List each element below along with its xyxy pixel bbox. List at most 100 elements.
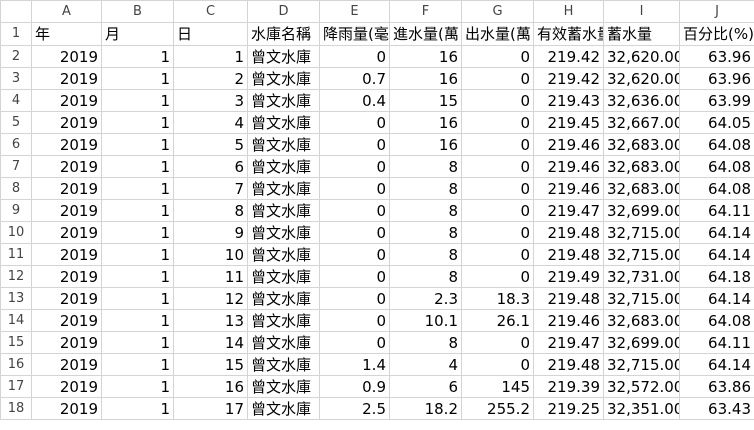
cell-f6[interactable]: 16 (389, 133, 462, 156)
cell-a8[interactable]: 2019 (31, 177, 102, 200)
cell-i3[interactable]: 32,620.00 (603, 67, 680, 90)
cell-g10[interactable]: 0 (461, 221, 534, 244)
cell-c16[interactable]: 15 (173, 353, 248, 376)
cell-d12[interactable]: 曾文水庫 (247, 265, 320, 288)
cell-f1[interactable]: 進水量(萬 (389, 22, 462, 46)
cell-i2[interactable]: 32,620.00 (603, 45, 680, 68)
cell-j4[interactable]: 63.99 (679, 89, 754, 112)
cell-i1[interactable]: 蓄水量 (603, 22, 680, 46)
cell-j5[interactable]: 64.05 (679, 111, 754, 134)
cell-c14[interactable]: 13 (173, 309, 248, 332)
row-header[interactable]: 4 (0, 89, 32, 112)
cell-i18[interactable]: 32,351.00 (603, 397, 680, 420)
cell-d16[interactable]: 曾文水庫 (247, 353, 320, 376)
cell-a4[interactable]: 2019 (31, 89, 102, 112)
column-header-i[interactable]: I (603, 0, 680, 23)
cell-i16[interactable]: 32,715.00 (603, 353, 680, 376)
row-header-1[interactable]: 1 (0, 22, 32, 46)
cell-a2[interactable]: 2019 (31, 45, 102, 68)
cell-d6[interactable]: 曾文水庫 (247, 133, 320, 156)
cell-c15[interactable]: 14 (173, 331, 248, 354)
cell-e9[interactable]: 0 (319, 199, 390, 222)
cell-d18[interactable]: 曾文水庫 (247, 397, 320, 420)
cell-h9[interactable]: 219.47 (533, 199, 604, 222)
cell-g1[interactable]: 出水量(萬 (461, 22, 534, 46)
row-header[interactable]: 14 (0, 309, 32, 332)
row-header[interactable]: 8 (0, 177, 32, 200)
cell-b14[interactable]: 1 (101, 309, 174, 332)
cell-h15[interactable]: 219.47 (533, 331, 604, 354)
cell-j13[interactable]: 64.14 (679, 287, 754, 310)
cell-f8[interactable]: 8 (389, 177, 462, 200)
cell-c4[interactable]: 3 (173, 89, 248, 112)
cell-j2[interactable]: 63.96 (679, 45, 754, 68)
cell-c3[interactable]: 2 (173, 67, 248, 90)
cell-j17[interactable]: 63.86 (679, 375, 754, 398)
row-header[interactable]: 16 (0, 353, 32, 376)
cell-f18[interactable]: 18.2 (389, 397, 462, 420)
cell-e3[interactable]: 0.7 (319, 67, 390, 90)
cell-j16[interactable]: 64.14 (679, 353, 754, 376)
cell-j14[interactable]: 64.08 (679, 309, 754, 332)
cell-j7[interactable]: 64.08 (679, 155, 754, 178)
row-header[interactable]: 6 (0, 133, 32, 156)
column-header-e[interactable]: E (319, 0, 390, 23)
cell-e2[interactable]: 0 (319, 45, 390, 68)
cell-c17[interactable]: 16 (173, 375, 248, 398)
cell-i9[interactable]: 32,699.00 (603, 199, 680, 222)
cell-a15[interactable]: 2019 (31, 331, 102, 354)
cell-d9[interactable]: 曾文水庫 (247, 199, 320, 222)
cell-g5[interactable]: 0 (461, 111, 534, 134)
cell-h10[interactable]: 219.48 (533, 221, 604, 244)
cell-g6[interactable]: 0 (461, 133, 534, 156)
cell-c10[interactable]: 9 (173, 221, 248, 244)
cell-f14[interactable]: 10.1 (389, 309, 462, 332)
cell-f12[interactable]: 8 (389, 265, 462, 288)
cell-i15[interactable]: 32,699.00 (603, 331, 680, 354)
cell-a12[interactable]: 2019 (31, 265, 102, 288)
cell-g17[interactable]: 145 (461, 375, 534, 398)
column-header-f[interactable]: F (389, 0, 462, 23)
cell-j11[interactable]: 64.14 (679, 243, 754, 266)
cell-c7[interactable]: 6 (173, 155, 248, 178)
cell-d4[interactable]: 曾文水庫 (247, 89, 320, 112)
cell-e7[interactable]: 0 (319, 155, 390, 178)
cell-f9[interactable]: 8 (389, 199, 462, 222)
cell-a7[interactable]: 2019 (31, 155, 102, 178)
cell-i6[interactable]: 32,683.00 (603, 133, 680, 156)
cell-i14[interactable]: 32,683.00 (603, 309, 680, 332)
cell-i8[interactable]: 32,683.00 (603, 177, 680, 200)
cell-a17[interactable]: 2019 (31, 375, 102, 398)
row-header[interactable]: 3 (0, 67, 32, 90)
cell-c18[interactable]: 17 (173, 397, 248, 420)
row-header[interactable]: 7 (0, 155, 32, 178)
cell-j3[interactable]: 63.96 (679, 67, 754, 90)
cell-e12[interactable]: 0 (319, 265, 390, 288)
column-header-g[interactable]: G (461, 0, 534, 23)
cell-j18[interactable]: 63.43 (679, 397, 754, 420)
row-header[interactable]: 5 (0, 111, 32, 134)
cell-c6[interactable]: 5 (173, 133, 248, 156)
cell-c12[interactable]: 11 (173, 265, 248, 288)
cell-h13[interactable]: 219.48 (533, 287, 604, 310)
cell-h2[interactable]: 219.42 (533, 45, 604, 68)
cell-h16[interactable]: 219.48 (533, 353, 604, 376)
cell-e11[interactable]: 0 (319, 243, 390, 266)
cell-e17[interactable]: 0.9 (319, 375, 390, 398)
cell-h11[interactable]: 219.48 (533, 243, 604, 266)
cell-h8[interactable]: 219.46 (533, 177, 604, 200)
cell-b8[interactable]: 1 (101, 177, 174, 200)
cell-d2[interactable]: 曾文水庫 (247, 45, 320, 68)
cell-i4[interactable]: 32,636.00 (603, 89, 680, 112)
cell-d11[interactable]: 曾文水庫 (247, 243, 320, 266)
cell-g3[interactable]: 0 (461, 67, 534, 90)
column-header-d[interactable]: D (247, 0, 320, 23)
cell-g8[interactable]: 0 (461, 177, 534, 200)
cell-i13[interactable]: 32,715.00 (603, 287, 680, 310)
column-header-j[interactable]: J (679, 0, 754, 23)
cell-g14[interactable]: 26.1 (461, 309, 534, 332)
cell-j6[interactable]: 64.08 (679, 133, 754, 156)
cell-b11[interactable]: 1 (101, 243, 174, 266)
row-header[interactable]: 2 (0, 45, 32, 68)
cell-c11[interactable]: 10 (173, 243, 248, 266)
